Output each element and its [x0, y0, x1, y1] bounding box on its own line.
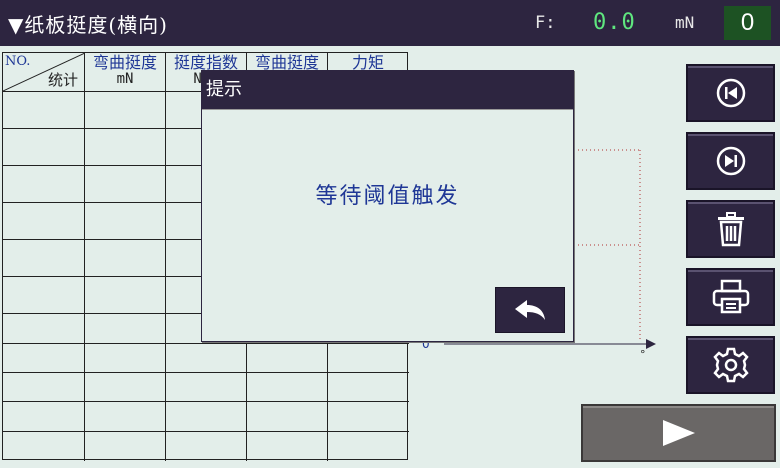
column-header-label: 弯曲挺度: [92, 53, 157, 72]
corner-no-label: NO.: [5, 54, 31, 69]
dialog-body: 等待阈值触发: [202, 109, 573, 341]
row-divider: [3, 343, 409, 344]
force-label: F:: [535, 13, 556, 33]
top-bar: ▼纸板挺度(横向) F: 0.0 mN 0: [0, 0, 780, 46]
row-divider: [3, 401, 409, 402]
force-value: 0.0: [593, 10, 636, 35]
skip-next-icon: [716, 146, 745, 176]
table-corner-header: NO. 统计: [3, 53, 85, 91]
skip-previous-icon: [716, 78, 745, 108]
prompt-dialog: 提示 等待阈值触发: [201, 70, 574, 342]
corner-stat-label: 统计: [47, 71, 78, 89]
chart-x-axis-arrow: [646, 339, 656, 349]
page-title: ▼纸板挺度(横向): [8, 13, 168, 37]
trash-icon: [717, 212, 744, 247]
row-divider: [3, 372, 409, 373]
sample-count-badge: 0: [724, 6, 771, 40]
printer-icon: [712, 279, 749, 314]
dialog-message: 等待阈值触发: [315, 184, 460, 209]
dialog-back-button[interactable]: [495, 287, 565, 333]
undo-arrow-icon: [515, 300, 545, 320]
force-unit: mN: [675, 13, 695, 32]
play-icon: [662, 420, 695, 446]
previous-button[interactable]: [686, 64, 775, 122]
column-header-bending-stiffness: 弯曲挺度 mN: [85, 53, 166, 91]
next-button[interactable]: [686, 132, 775, 190]
chart-axis-degree: °: [640, 348, 646, 360]
print-button[interactable]: [686, 268, 775, 326]
row-divider: [3, 431, 409, 432]
start-test-button[interactable]: [581, 404, 776, 462]
column-header-unit: mN: [116, 71, 134, 87]
gear-icon: [712, 347, 749, 383]
settings-button[interactable]: [686, 336, 775, 394]
delete-button[interactable]: [686, 200, 775, 258]
dialog-title: 提示: [202, 71, 573, 109]
